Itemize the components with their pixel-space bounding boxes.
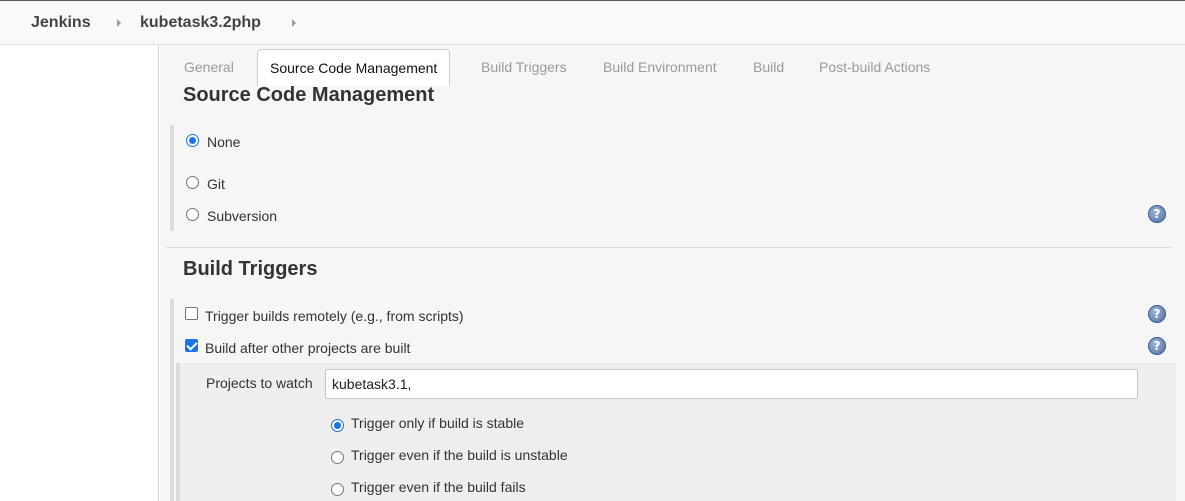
scm-git-radio[interactable] — [186, 176, 199, 189]
breadcrumb-jenkins[interactable]: Jenkins — [31, 14, 91, 32]
trigger-fails-label[interactable]: Trigger even if the build fails — [351, 479, 526, 495]
tab-build[interactable]: Build — [753, 59, 784, 75]
config-tabbar: General Source Code Management Build Tri… — [160, 45, 1185, 86]
scm-subversion-label[interactable]: Subversion — [207, 208, 277, 224]
scm-section-title: Source Code Management — [183, 84, 435, 106]
trigger-remotely-label[interactable]: Trigger builds remotely (e.g., from scri… — [205, 308, 464, 324]
trigger-stable-radio[interactable] — [331, 419, 344, 432]
build-after-other-panel: Projects to watch kubetask3.1, Trigger o… — [176, 363, 1176, 501]
breadcrumb: Jenkins kubetask3.2php — [0, 0, 1185, 45]
scm-none-label[interactable]: None — [207, 134, 240, 150]
section-divider — [166, 247, 1172, 248]
scm-group-bar — [170, 125, 174, 231]
build-after-other-checkbox[interactable] — [185, 339, 198, 352]
breadcrumb-job[interactable]: kubetask3.2php — [140, 14, 261, 32]
triggers-group-bar — [170, 299, 174, 501]
trigger-fails-radio[interactable] — [331, 483, 344, 496]
scm-none-radio[interactable] — [186, 134, 199, 147]
trigger-stable-label[interactable]: Trigger only if build is stable — [351, 415, 524, 431]
projects-to-watch-input[interactable]: kubetask3.1, — [325, 369, 1138, 399]
config-form: General Source Code Management Build Tri… — [160, 45, 1185, 501]
trigger-remotely-checkbox[interactable] — [185, 307, 198, 320]
tab-build-environment[interactable]: Build Environment — [603, 59, 717, 75]
help-icon[interactable]: ? — [1148, 305, 1166, 323]
build-triggers-section-title: Build Triggers — [183, 258, 318, 280]
trigger-unstable-label[interactable]: Trigger even if the build is unstable — [351, 447, 568, 463]
projects-to-watch-label: Projects to watch — [206, 375, 313, 391]
scm-git-label[interactable]: Git — [207, 176, 225, 192]
tab-post-build-actions[interactable]: Post-build Actions — [819, 59, 930, 75]
chevron-right-icon[interactable] — [292, 19, 296, 27]
tab-build-triggers[interactable]: Build Triggers — [481, 59, 567, 75]
help-icon[interactable]: ? — [1148, 337, 1166, 355]
nested-group-bar — [176, 363, 180, 501]
chevron-right-icon[interactable] — [117, 19, 121, 27]
tab-general[interactable]: General — [184, 59, 234, 75]
build-after-other-label[interactable]: Build after other projects are built — [205, 340, 410, 356]
trigger-unstable-radio[interactable] — [331, 451, 344, 464]
side-panel — [0, 45, 159, 501]
help-icon[interactable]: ? — [1148, 205, 1166, 223]
tab-source-code-management[interactable]: Source Code Management — [257, 49, 451, 86]
scm-subversion-radio[interactable] — [186, 208, 199, 221]
